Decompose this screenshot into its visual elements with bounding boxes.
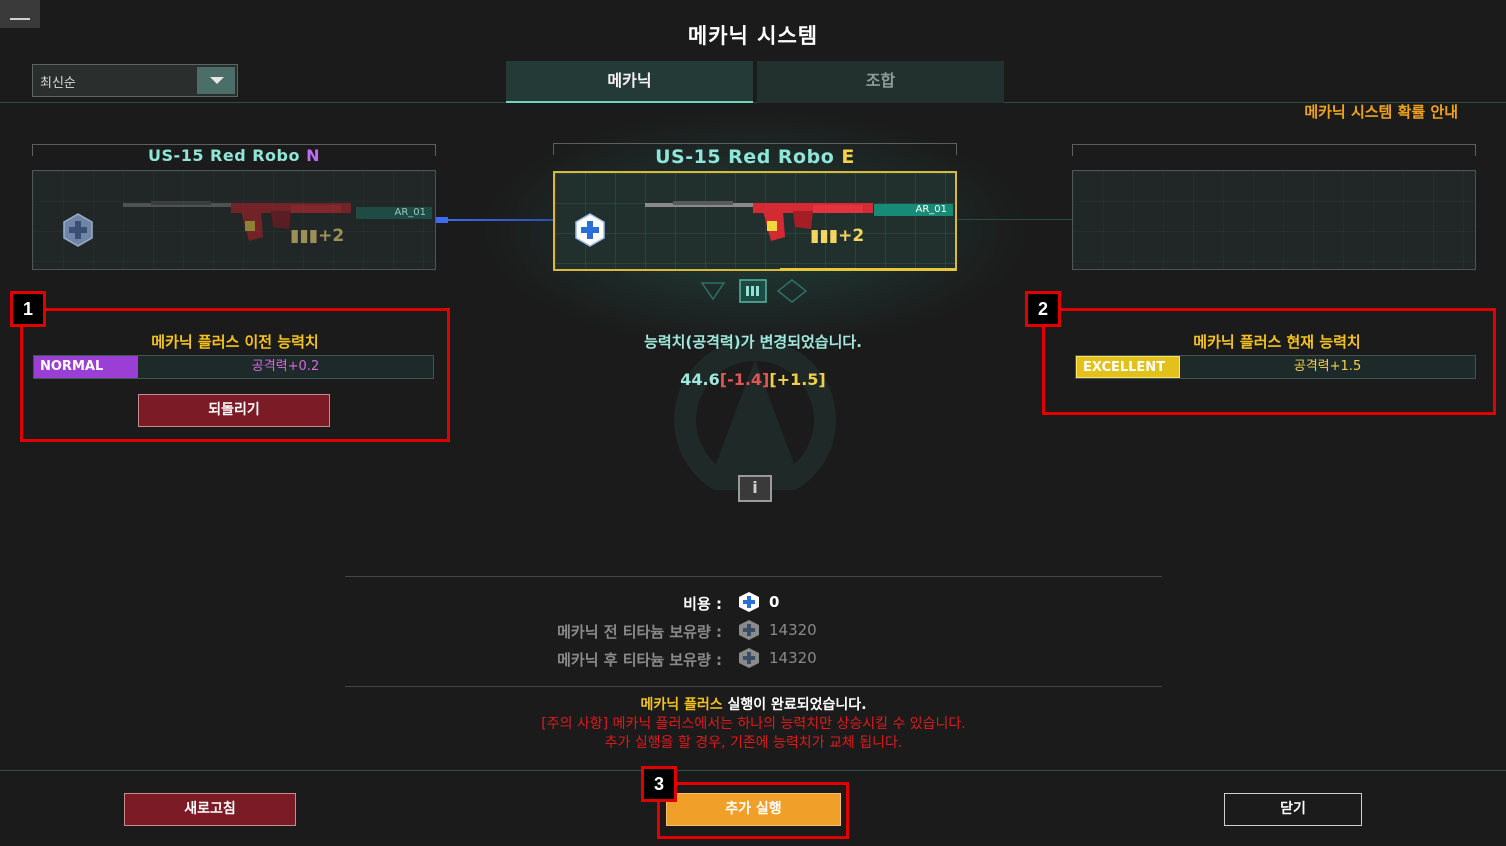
ammo-icon: ▮▮▮	[290, 226, 319, 246]
probability-guide-link[interactable]: 메카닉 시스템 확률 안내	[1304, 101, 1458, 122]
titanium-plus-icon	[739, 620, 759, 640]
titanium-after-value: 14320	[769, 649, 817, 667]
titanium-after-label: 메카닉 후 티타늄 보유량 :	[557, 651, 722, 669]
slot-center-title: US-15 Red Robo E	[553, 146, 957, 168]
annotation-number-1: 1	[10, 291, 46, 327]
annotation-box-1	[20, 308, 450, 442]
slot-link-line-left	[436, 217, 553, 223]
annotation-box-2	[1042, 308, 1496, 415]
ammo-option-icon	[739, 279, 767, 303]
info-icon[interactable]: i	[738, 475, 772, 502]
window-title: 메카닉 시스템	[687, 24, 819, 48]
tab-mechanic[interactable]: 메카닉	[506, 61, 753, 103]
slot-link-line-right	[957, 219, 1072, 220]
stat-change-message: 능력치(공격력)가 변경되었습니다.	[644, 333, 862, 351]
annotation-box-3	[657, 782, 849, 839]
notice-replace: 추가 실행을 할 경우, 기존에 능력치가 교체 됩니다.	[604, 735, 903, 751]
diamond-option-icon	[776, 279, 808, 303]
cost-top-divider	[345, 576, 1162, 577]
titanium-plus-icon	[739, 648, 759, 668]
slot-center-weapon-tag: AR_01	[874, 204, 953, 216]
background-emblem	[674, 340, 836, 490]
titanium-plus-icon	[739, 592, 759, 612]
stat-plus-value: [+1.5]	[769, 370, 826, 389]
titanium-before-value: 14320	[769, 621, 817, 639]
slot-right-bracket	[1072, 144, 1476, 156]
close-button[interactable]: 닫기	[1224, 793, 1362, 826]
sort-dropdown-value: 최신순	[40, 76, 76, 91]
mechanic-plus-icon	[63, 213, 93, 247]
cost-bottom-divider	[345, 686, 1162, 687]
notice-complete-highlight: 메카닉 플러스	[640, 697, 723, 713]
stat-value-line: 44.6[-1.4][+1.5]	[453, 370, 1053, 389]
bottom-divider	[0, 770, 1506, 771]
tab-combine[interactable]: 조합	[757, 61, 1004, 103]
notice-warning: [주의 사항] 메카닉 플러스에서는 하나의 능력치만 상승시킬 수 있습니다.	[541, 716, 966, 732]
slot-center-grade-letter: E	[841, 146, 855, 168]
cost-label: 비용 :	[683, 595, 722, 613]
slot-right-empty[interactable]	[1072, 170, 1476, 270]
slot-left-grade-letter: N	[306, 146, 320, 165]
slot-left-item-name: US-15 Red Robo	[148, 146, 300, 165]
top-divider	[0, 102, 1506, 103]
slot-center-item-name: US-15 Red Robo	[655, 146, 835, 168]
stat-minus-value: [-1.4]	[719, 370, 770, 389]
triangle-option-icon	[700, 282, 726, 301]
slot-left-weapon-tag: AR_01	[356, 207, 432, 219]
stat-base-value: 44.6	[680, 370, 720, 389]
chevron-down-icon[interactable]	[197, 67, 235, 94]
notice-complete-rest: 실행이 완료되었습니다.	[722, 697, 867, 713]
slot-left-item[interactable]	[32, 170, 436, 270]
slot-center-item[interactable]	[553, 171, 957, 271]
titanium-before-label: 메카닉 전 티타늄 보유량 :	[557, 623, 722, 641]
mechanic-plus-icon	[575, 213, 605, 247]
slot-center-plus-count: ▮▮▮+2	[810, 226, 865, 246]
sort-dropdown[interactable]: 최신순	[32, 64, 238, 97]
slot-center-progress-underline	[780, 268, 956, 271]
ammo-icon: ▮▮▮	[810, 226, 839, 246]
annotation-number-3: 3	[641, 766, 677, 802]
mini-option-icons	[700, 279, 808, 303]
refresh-button[interactable]: 새로고침	[124, 793, 296, 826]
slot-left-title: US-15 Red Robo N	[32, 146, 436, 165]
notice-complete: 메카닉 플러스 실행이 완료되었습니다.	[345, 694, 1162, 714]
slot-left-plus-count: ▮▮▮+2	[290, 226, 345, 246]
annotation-number-2: 2	[1025, 291, 1061, 327]
cost-value: 0	[769, 593, 780, 611]
